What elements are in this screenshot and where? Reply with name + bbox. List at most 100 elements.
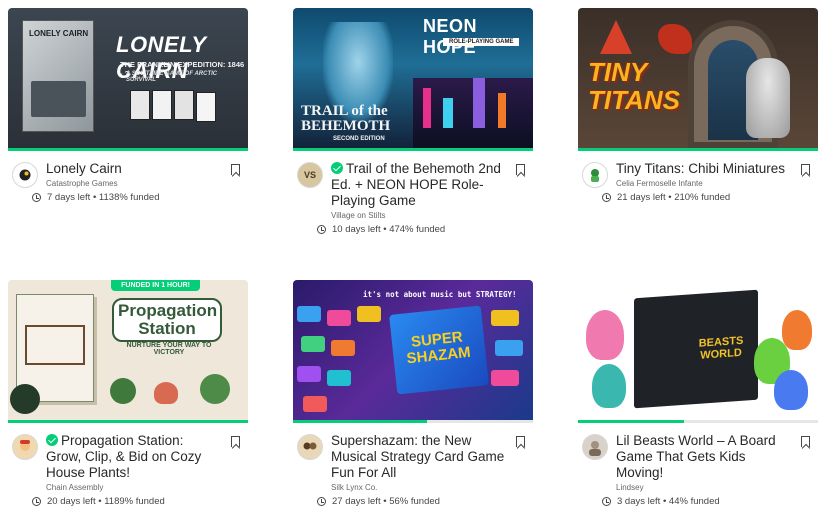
stats-separator: • <box>665 192 675 203</box>
funding-progress-bar <box>578 420 818 423</box>
card-grid-right <box>491 310 531 410</box>
ship-image <box>31 81 86 117</box>
creator-avatar[interactable] <box>582 162 608 188</box>
creator-name[interactable]: Catastrophe Games <box>46 179 220 188</box>
days-left: 3 days left <box>617 496 661 507</box>
project-title[interactable]: Trail of the Behemoth 2nd Ed. + NEON HOP… <box>331 161 505 209</box>
art-tagline: NURTURE YOUR WAY TO VICTORY <box>126 342 212 356</box>
bookmark-icon[interactable] <box>231 164 240 175</box>
clock-icon <box>317 497 326 506</box>
monster-teal <box>592 364 626 408</box>
card-grid <box>297 306 387 416</box>
monster-orange <box>782 310 812 350</box>
creator-name[interactable]: Silk Lynx Co. <box>331 483 505 492</box>
clock-icon <box>602 193 611 202</box>
wizard-hat <box>600 20 632 54</box>
percent-funded: 44% funded <box>668 496 720 507</box>
art-tagline: it's not about music but STRATEGY! <box>363 290 517 299</box>
creator-name[interactable]: Celia Fermoselle Infante <box>616 179 790 188</box>
monster-blue <box>774 370 808 410</box>
creator-avatar[interactable] <box>297 434 323 460</box>
art-tagline: A SOLITAIRE GAME OF ARCTIC SURVIVAL <box>126 71 218 83</box>
bookmark-icon[interactable] <box>801 164 810 175</box>
project-card[interactable]: it's not about music but STRATEGY! SUPER… <box>293 280 533 507</box>
project-title[interactable]: Lil Beasts World – A Board Game That Get… <box>616 433 790 481</box>
project-card[interactable]: TINY TITANS Tiny Titans: Chibi Miniature… <box>578 8 818 203</box>
bookmark-icon[interactable] <box>801 436 810 447</box>
funding-progress-bar <box>293 420 533 423</box>
project-stats: 27 days left • 56% funded <box>317 496 505 507</box>
clock-icon <box>32 193 41 202</box>
days-left: 10 days left <box>332 224 381 235</box>
box-title: LONELY CAIRN <box>29 29 89 38</box>
project-stats: 7 days left • 1138% funded <box>32 192 220 203</box>
bookmark-icon[interactable] <box>231 436 240 447</box>
art-logo-sub: SECOND EDITION <box>333 136 385 142</box>
project-image[interactable]: it's not about music but STRATEGY! SUPER… <box>293 280 533 420</box>
project-stats: 3 days left • 44% funded <box>602 496 790 507</box>
percent-funded: 210% funded <box>674 192 731 203</box>
project-image[interactable]: FUNDED IN 1 HOUR! Propagation Station NU… <box>8 280 248 420</box>
project-image[interactable]: LONELY CAIRN LONELY CAIRN THE FRANKLIN E… <box>8 8 248 148</box>
project-title[interactable]: Tiny Titans: Chibi Miniatures <box>616 161 790 177</box>
bookmark-icon[interactable] <box>516 164 525 175</box>
creator-name[interactable]: Lindsey <box>616 483 790 492</box>
creator-avatar[interactable]: VS <box>297 162 323 188</box>
percent-funded: 474% funded <box>389 224 446 235</box>
creator-name[interactable]: Chain Assembly <box>46 483 220 492</box>
clock-icon <box>317 225 326 234</box>
project-card[interactable]: NEON HOPE ROLE-PLAYING GAME TRAIL of the… <box>293 8 533 235</box>
project-title[interactable]: Supershazam: the New Musical Strategy Ca… <box>331 433 505 481</box>
funded-badge: FUNDED IN 1 HOUR! <box>111 280 200 291</box>
percent-funded: 1138% funded <box>98 192 160 203</box>
project-we-love-icon <box>46 434 58 446</box>
percent-funded: 1189% funded <box>104 496 165 507</box>
monster-pink <box>586 310 624 360</box>
dragon-head <box>658 24 692 54</box>
city-skyline <box>413 78 533 148</box>
project-image[interactable]: BEASTS WORLD <box>578 280 818 420</box>
art-title: SUPER SHAZAM <box>405 328 472 368</box>
art-title: TINY TITANS <box>588 57 680 115</box>
project-card[interactable]: FUNDED IN 1 HOUR! Propagation Station NU… <box>8 280 248 507</box>
clock-icon <box>602 497 611 506</box>
art-title: Propagation Station <box>112 298 222 342</box>
project-image[interactable]: TINY TITANS <box>578 8 818 148</box>
days-left: 27 days left <box>332 496 381 507</box>
art-title: NEON HOPE <box>423 16 478 57</box>
creator-avatar[interactable] <box>582 434 608 460</box>
creator-avatar[interactable] <box>12 162 38 188</box>
project-stats: 10 days left • 474% funded <box>317 224 505 235</box>
project-we-love-seal <box>10 384 40 414</box>
project-title-text: Trail of the Behemoth 2nd Ed. + NEON HOP… <box>331 161 501 208</box>
creator-avatar[interactable] <box>12 434 38 460</box>
game-box: BEASTS WORLD <box>634 289 758 409</box>
project-title[interactable]: Lonely Cairn <box>46 161 220 177</box>
stats-separator: • <box>380 224 390 235</box>
stats-separator: • <box>660 496 669 507</box>
bookmark-icon[interactable] <box>516 436 525 447</box>
project-stats: 21 days left • 210% funded <box>602 192 790 203</box>
days-left: 20 days left <box>47 496 96 507</box>
funding-progress-bar <box>293 148 533 151</box>
project-title-text: Propagation Station: Grow, Clip, & Bid o… <box>46 433 202 480</box>
art-title: BEASTS WORLD <box>698 334 744 362</box>
funding-progress-bar <box>8 148 248 151</box>
project-title[interactable]: Propagation Station: Grow, Clip, & Bid o… <box>46 433 220 481</box>
stats-separator: • <box>90 192 99 203</box>
project-card[interactable]: BEASTS WORLD Lil Beasts World – A Board … <box>578 280 818 507</box>
clock-icon <box>32 497 41 506</box>
stats-separator: • <box>380 496 390 507</box>
days-left: 21 days left <box>617 192 666 203</box>
creator-name[interactable]: Village on Stilts <box>331 211 505 220</box>
game-box: SUPER SHAZAM <box>389 305 489 395</box>
art-subtitle: ROLE-PLAYING GAME <box>443 38 520 46</box>
plant-pots <box>104 370 244 410</box>
funding-progress-bar <box>8 420 248 423</box>
art-logo: TRAIL of the BEHEMOTH <box>301 103 391 134</box>
project-image[interactable]: NEON HOPE ROLE-PLAYING GAME TRAIL of the… <box>293 8 533 148</box>
project-card[interactable]: LONELY CAIRN LONELY CAIRN THE FRANKLIN E… <box>8 8 248 203</box>
days-left: 7 days left <box>47 192 91 203</box>
funding-progress-bar <box>578 148 818 151</box>
project-stats: 20 days left • 1189% funded <box>32 496 220 507</box>
